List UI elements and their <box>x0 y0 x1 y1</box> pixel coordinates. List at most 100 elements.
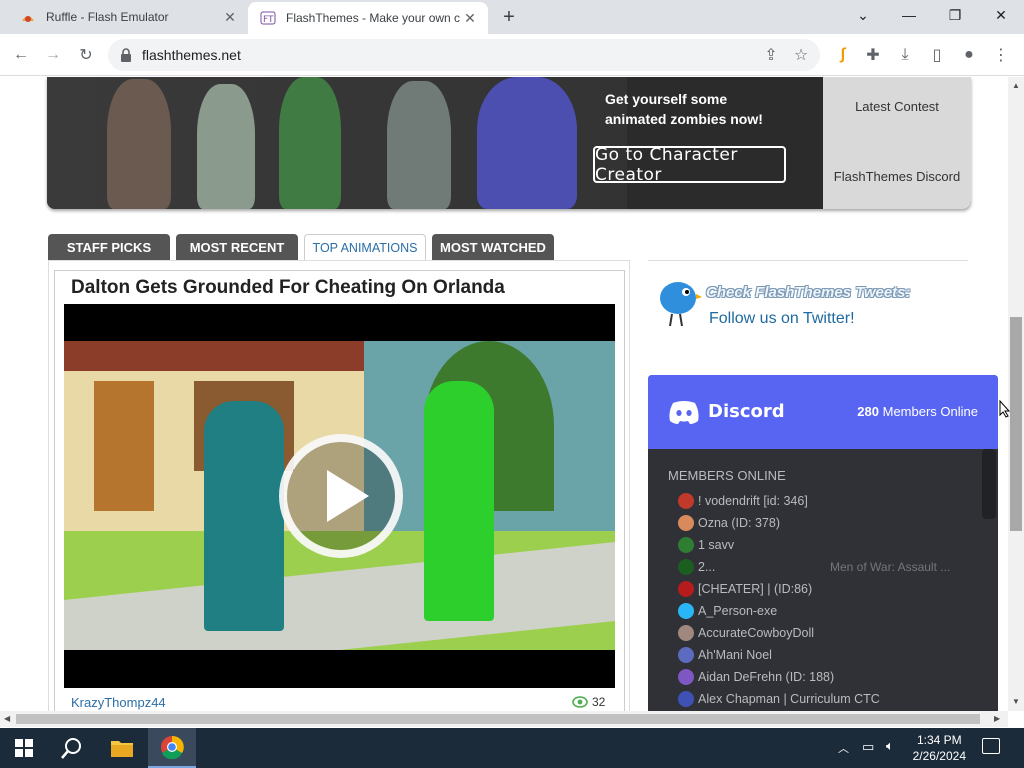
menu-kebab-icon[interactable]: ⋮ <box>988 42 1014 68</box>
zombie-banner[interactable]: Get yourself some animated zombies now! … <box>47 77 971 209</box>
member-avatar <box>678 515 694 531</box>
horizontal-scroll-thumb[interactable] <box>16 714 980 724</box>
discord-scrollbar[interactable] <box>982 449 996 519</box>
address-bar[interactable]: flashthemes.net ⇪ ☆ <box>108 39 820 71</box>
tab-most-watched[interactable]: MOST WATCHED <box>432 234 554 260</box>
discord-member-row[interactable]: A_Person-exe <box>678 600 777 622</box>
latest-contest-link[interactable]: Latest Contest <box>823 99 971 114</box>
twitter-promo[interactable]: Check FlashThemes Tweets: Follow us on T… <box>648 270 970 340</box>
member-activity: Men of War: Assault ... <box>830 560 951 574</box>
forward-icon[interactable]: → <box>40 42 66 68</box>
discord-widget: Discord 280 Members Online MEMBERS ONLIN… <box>648 375 998 711</box>
online-count-label: Members Online <box>882 404 978 419</box>
tab-most-recent[interactable]: MOST RECENT <box>176 234 298 260</box>
twitter-bird-icon <box>660 282 702 327</box>
member-avatar <box>678 625 694 641</box>
scroll-up-icon[interactable]: ▲ <box>1012 81 1020 90</box>
tab-staff-picks[interactable]: STAFF PICKS <box>48 234 170 260</box>
vertical-scrollbar[interactable]: ▲ ▼ <box>1008 77 1024 711</box>
discord-member-row[interactable]: 2... Men of War: Assault ... <box>678 556 950 578</box>
tab-top-animations[interactable]: TOP ANIMATIONS <box>304 234 426 260</box>
video-player[interactable] <box>64 304 615 688</box>
scroll-left-icon[interactable]: ◀ <box>4 714 10 723</box>
play-icon <box>327 470 369 522</box>
extensions-puzzle-icon[interactable]: ✚ <box>860 42 886 68</box>
tab-close-icon[interactable]: ✕ <box>220 7 240 27</box>
discord-member-row[interactable]: Ozna (ID: 378) <box>678 512 780 534</box>
discord-member-row[interactable]: [CHEATER] | (ID:86) <box>678 578 812 600</box>
divider <box>648 260 968 261</box>
twitter-headline: Check FlashThemes Tweets: <box>706 284 911 301</box>
discord-member-row[interactable]: Aidan DeFrehn (ID: 188) <box>678 666 834 688</box>
network-icon[interactable]: ▭ <box>862 739 874 755</box>
side-panel-icon[interactable]: ▯ <box>924 42 950 68</box>
scroll-right-icon[interactable]: ▶ <box>994 714 1000 723</box>
discord-member-row[interactable]: AccurateCowboyDoll <box>678 622 814 644</box>
notifications-icon[interactable] <box>982 738 1000 754</box>
member-name: A_Person-exe <box>698 604 778 618</box>
url-text: flashthemes.net <box>142 47 241 63</box>
start-button[interactable] <box>0 728 48 768</box>
discord-brand: Discord <box>708 401 785 422</box>
browser-tab-flashthemes[interactable]: FT FlashThemes - Make your own ca ✕ <box>248 2 488 34</box>
mouse-cursor-icon <box>999 400 1011 418</box>
browser-tab-strip: Ruffle - Flash Emulator ✕ FT FlashThemes… <box>0 0 1024 34</box>
member-name: Ozna (ID: 378) <box>698 516 780 530</box>
promo-line: Get yourself some <box>605 91 728 107</box>
browser-toolbar: ← → ↻ flashthemes.net ⇪ ☆ ∫ ✚ ⤓ ▯ ● ⋮ <box>0 34 1024 76</box>
promo-line: animated zombies now! <box>605 111 763 127</box>
character-creator-button[interactable]: Go to Character Creator <box>593 145 786 185</box>
discord-member-row[interactable]: 1 savv <box>678 534 734 556</box>
flashthemes-discord-link[interactable]: FlashThemes Discord <box>823 169 971 184</box>
play-button[interactable] <box>279 434 403 558</box>
reload-icon[interactable]: ↻ <box>73 42 99 68</box>
close-window-button[interactable]: ✕ <box>978 0 1024 30</box>
extension-icon[interactable]: ∫ <box>830 42 856 68</box>
discord-member-row[interactable]: ! vodendrift [id: 346] <box>678 490 808 512</box>
video-card: Dalton Gets Grounded For Cheating On Orl… <box>54 270 625 711</box>
discord-logo-icon <box>669 401 699 424</box>
search-taskbar-button[interactable] <box>48 728 96 768</box>
horizontal-scrollbar[interactable]: ◀ ▶ <box>0 711 1008 727</box>
maximize-button[interactable]: ❐ <box>932 0 978 30</box>
discord-online-count: 280 Members Online <box>857 404 978 419</box>
volume-muted-icon[interactable]: 🔈︎ <box>886 738 894 754</box>
vertical-scroll-thumb[interactable] <box>1010 317 1022 531</box>
file-explorer-button[interactable] <box>98 728 146 768</box>
minimize-button[interactable]: — <box>886 0 932 30</box>
eye-icon <box>572 696 588 708</box>
discord-member-row[interactable]: Alex Chapman | Curriculum CTC <box>678 688 880 710</box>
browser-tab-ruffle[interactable]: Ruffle - Flash Emulator ✕ <box>8 0 248 34</box>
video-author-link[interactable]: KrazyThompz44 <box>71 695 166 710</box>
members-section-header: MEMBERS ONLINE <box>668 468 786 483</box>
member-avatar <box>678 493 694 509</box>
zombie-artwork <box>47 77 627 209</box>
webpage: Get yourself some animated zombies now! … <box>0 77 1008 711</box>
chrome-taskbar-button[interactable] <box>148 728 196 768</box>
member-name: Aidan DeFrehn (ID: 188) <box>698 670 835 684</box>
new-tab-button[interactable]: + <box>498 6 520 28</box>
member-name: AccurateCowboyDoll <box>698 626 815 640</box>
tray-chevron-icon[interactable]: ︿ <box>838 740 849 756</box>
back-icon[interactable]: ← <box>8 42 34 68</box>
discord-member-row[interactable]: Ah'Mani Noel <box>678 644 772 666</box>
tab-close-icon[interactable]: ✕ <box>460 8 480 28</box>
taskbar-clock[interactable]: 1:34 PM 2/26/2024 <box>913 732 966 764</box>
video-title[interactable]: Dalton Gets Grounded For Cheating On Orl… <box>71 277 505 299</box>
member-avatar <box>678 647 694 663</box>
twitter-follow-link[interactable]: Follow us on Twitter! <box>709 310 855 328</box>
ruffle-favicon-icon <box>22 16 34 22</box>
profile-avatar-icon[interactable]: ● <box>956 42 982 68</box>
folder-icon <box>111 741 133 757</box>
share-icon[interactable]: ⇪ <box>758 42 784 68</box>
member-name: Ah'Mani Noel <box>698 648 772 662</box>
bookmark-star-icon[interactable]: ☆ <box>788 42 814 68</box>
member-avatar <box>678 691 694 707</box>
clock-date: 2/26/2024 <box>912 749 966 763</box>
tab-search-icon[interactable]: ⌄ <box>840 0 886 30</box>
scroll-down-icon[interactable]: ▼ <box>1012 697 1020 706</box>
download-icon[interactable]: ⤓ <box>892 42 918 68</box>
windows-taskbar: ︿ ▭ 🔈︎ 1:34 PM 2/26/2024 <box>0 728 1024 768</box>
banner-promo-text: Get yourself some animated zombies now! <box>605 89 763 129</box>
member-avatar <box>678 537 694 553</box>
